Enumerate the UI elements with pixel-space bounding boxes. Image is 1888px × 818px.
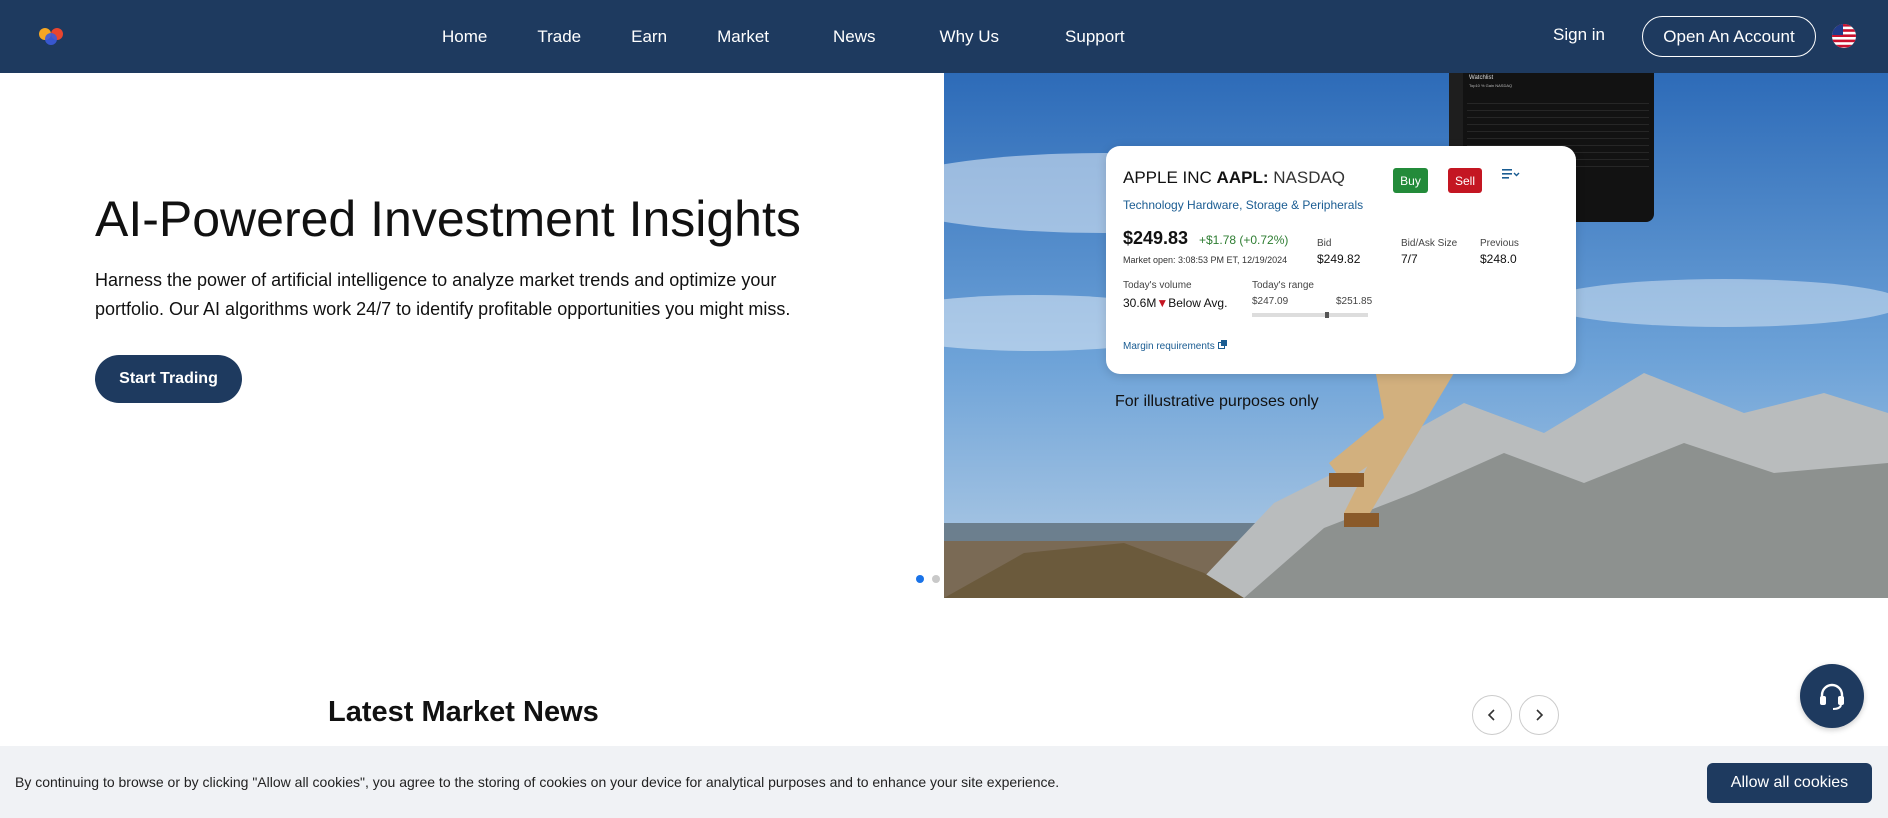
table-row <box>1467 118 1649 125</box>
nav-news[interactable]: News <box>833 27 876 47</box>
list-menu-icon[interactable] <box>1502 168 1520 182</box>
nav-why-us[interactable]: Why Us <box>940 27 1000 47</box>
table-row <box>1467 104 1649 111</box>
illustrative-note: For illustrative purposes only <box>1115 393 1319 410</box>
price-change: +$1.78 (+0.72%) <box>1199 233 1289 247</box>
start-trading-button[interactable]: Start Trading <box>95 355 242 403</box>
volume-note: Below Avg. <box>1168 296 1228 310</box>
chevron-left-icon <box>1487 709 1495 721</box>
company-name: APPLE INC <box>1123 168 1212 187</box>
hero-title: AI-Powered Investment Insights <box>95 191 801 247</box>
market-open-time: Market open: 3:08:53 PM ET, 12/19/2024 <box>1123 255 1288 265</box>
brand-logo-icon[interactable] <box>36 24 66 48</box>
cookie-text: By continuing to browse or by clicking "… <box>15 774 1060 790</box>
bid-value: $249.82 <box>1317 252 1361 266</box>
previous-value: $248.0 <box>1480 252 1517 266</box>
hero-description: Harness the power of artificial intellig… <box>95 270 791 319</box>
news-next-button[interactable] <box>1519 695 1559 735</box>
sign-in-link[interactable]: Sign in <box>1553 25 1605 45</box>
volume-value: 30.6M▼Below Avg. <box>1123 296 1227 310</box>
nav-links: Home Trade Earn Market News Why Us Suppo… <box>442 0 1125 73</box>
down-arrow-icon: ▼ <box>1156 296 1169 310</box>
exchange-name: NASDAQ <box>1273 168 1346 187</box>
slide-dot-2[interactable] <box>932 575 940 583</box>
cookie-banner: By continuing to browse or by clicking "… <box>0 746 1888 818</box>
range-high: $251.85 <box>1336 296 1373 307</box>
margin-label: Margin requirements <box>1123 341 1215 352</box>
us-flag-icon[interactable] <box>1832 24 1856 48</box>
stock-quote-card: APPLE INC AAPL: NASDAQ Buy Sell Technolo… <box>1106 146 1576 374</box>
top-nav: Home Trade Earn Market News Why Us Suppo… <box>0 0 1888 73</box>
nav-support[interactable]: Support <box>1065 27 1125 47</box>
table-row <box>1467 139 1649 146</box>
hero-image: Watchlist Top10 % Gain NASDAQ APPLE INC … <box>944 73 1888 598</box>
support-chat-button[interactable] <box>1800 664 1864 728</box>
buy-button[interactable]: Buy <box>1393 168 1428 193</box>
nav-home[interactable]: Home <box>442 27 487 47</box>
open-account-button[interactable]: Open An Account <box>1642 16 1816 57</box>
table-row <box>1467 125 1649 132</box>
table-row <box>1467 111 1649 118</box>
ticker-symbol: AAPL: <box>1216 168 1269 187</box>
previous-label: Previous <box>1480 238 1519 249</box>
allow-cookies-button[interactable]: Allow all cookies <box>1707 763 1872 803</box>
nav-market[interactable]: Market <box>717 27 769 47</box>
table-row <box>1467 97 1649 104</box>
bid-label: Bid <box>1317 238 1332 249</box>
headset-icon <box>1820 683 1844 710</box>
watchlist-subtitle: Top10 % Gain NASDAQ <box>1469 83 1513 88</box>
sell-button[interactable]: Sell <box>1448 168 1482 193</box>
bid-ask-size-label: Bid/Ask Size <box>1401 238 1458 249</box>
range-bar <box>1252 312 1368 318</box>
range-label: Today's range <box>1252 280 1314 291</box>
nav-earn[interactable]: Earn <box>631 27 667 47</box>
external-link-icon <box>1217 340 1227 349</box>
stock-name: APPLE INC AAPL: NASDAQ <box>1123 168 1345 188</box>
sector-label: Technology Hardware, Storage & Periphera… <box>1123 198 1364 212</box>
volume-amount: 30.6M <box>1123 296 1157 310</box>
chevron-right-icon <box>1536 709 1544 721</box>
slide-dot-1[interactable] <box>916 575 924 583</box>
range-marker <box>1324 312 1329 318</box>
bid-ask-size-value: 7/7 <box>1401 252 1418 266</box>
volume-label: Today's volume <box>1123 280 1192 291</box>
nav-trade[interactable]: Trade <box>537 27 581 47</box>
table-row <box>1467 132 1649 139</box>
range-low: $247.09 <box>1252 296 1289 307</box>
news-section-title: Latest Market News <box>328 696 599 728</box>
margin-requirements-link[interactable]: Margin requirements <box>1123 340 1227 352</box>
stock-price: $249.83 <box>1123 228 1189 248</box>
watchlist-title: Watchlist <box>1469 75 1494 81</box>
news-prev-button[interactable] <box>1472 695 1512 735</box>
